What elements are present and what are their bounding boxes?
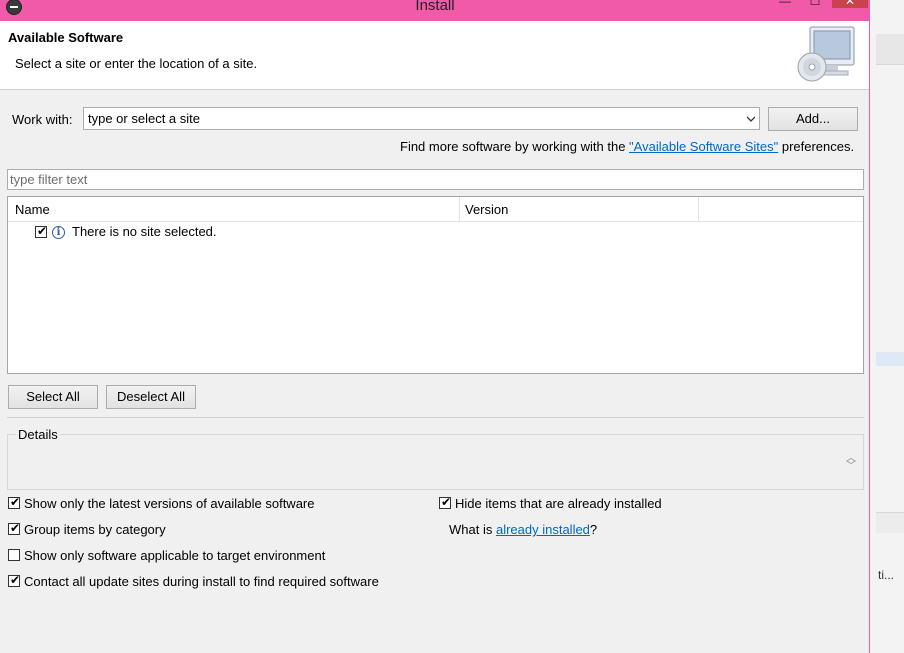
page-description: Select a site or enter the location of a… xyxy=(15,56,258,71)
what-is-prefix: What is xyxy=(449,522,496,537)
page-title: Available Software xyxy=(8,30,124,45)
group-by-category-checkbox[interactable]: ✔ xyxy=(8,521,20,535)
available-software-sites-link[interactable]: "Available Software Sites" xyxy=(629,139,778,154)
details-label: Details xyxy=(16,427,60,442)
contact-update-sites-checkbox[interactable]: ✔ xyxy=(8,573,20,587)
target-environment-label: Show only software applicable to target … xyxy=(24,548,326,563)
target-environment-checkbox[interactable] xyxy=(8,549,20,561)
row-text: There is no site selected. xyxy=(72,224,217,239)
minimize-button[interactable]: — xyxy=(772,0,798,8)
install-software-icon xyxy=(797,26,855,82)
latest-versions-label: Show only the latest versions of availab… xyxy=(24,496,315,511)
software-table[interactable]: Name Version ✔ i There is no site select… xyxy=(7,196,864,374)
background-window: ti... xyxy=(870,0,904,653)
wizard-header: Available Software Select a site or ente… xyxy=(0,21,869,90)
work-with-combo[interactable]: type or select a site xyxy=(83,107,760,130)
what-is-suffix: ? xyxy=(589,522,598,537)
filter-input[interactable] xyxy=(8,170,852,188)
close-button[interactable]: ✕ xyxy=(832,0,868,8)
background-truncated-text: ti... xyxy=(878,568,895,582)
row-checkbox[interactable]: ✔ xyxy=(35,224,47,238)
find-more-text: Find more software by working with the "… xyxy=(400,139,854,154)
title-bar[interactable]: Install — ☐ ✕ xyxy=(0,0,870,20)
dialog-client-area: Available Software Select a site or ente… xyxy=(0,21,869,653)
hide-installed-checkbox[interactable]: ✔ xyxy=(439,495,451,509)
details-scroll-arrows[interactable]: ︿ ﹀ xyxy=(846,454,856,472)
filter-field[interactable] xyxy=(7,169,864,190)
select-all-button[interactable]: Select All xyxy=(8,385,98,409)
table-header: Name Version xyxy=(8,197,863,222)
find-more-prefix: Find more software by working with the xyxy=(400,139,630,154)
add-site-button[interactable]: Add... xyxy=(768,107,858,131)
background-selection xyxy=(876,352,904,366)
column-name-header[interactable]: Name xyxy=(15,202,50,217)
contact-update-sites-label: Contact all update sites during install … xyxy=(24,574,379,589)
divider xyxy=(7,417,864,418)
info-icon: i xyxy=(52,226,65,239)
details-group xyxy=(7,434,864,490)
already-installed-link[interactable]: already installed xyxy=(496,522,590,537)
work-with-label: Work with: xyxy=(12,112,73,127)
column-version-header[interactable]: Version xyxy=(465,202,508,217)
table-row[interactable]: ✔ i There is no site selected. xyxy=(8,221,863,243)
maximize-button[interactable]: ☐ xyxy=(802,0,828,8)
latest-versions-checkbox[interactable]: ✔ xyxy=(8,495,20,509)
group-by-category-label: Group items by category xyxy=(24,522,166,537)
what-is-installed-text: What is already installed? xyxy=(449,522,597,537)
install-dialog: Install — ☐ ✕ Available Software Select … xyxy=(0,0,870,653)
work-with-value[interactable]: type or select a site xyxy=(88,111,200,126)
chevron-down-icon[interactable] xyxy=(747,115,755,123)
background-panel-header xyxy=(876,512,904,533)
hide-installed-label: Hide items that are already installed xyxy=(455,496,662,511)
background-toolbar xyxy=(876,34,904,65)
window-title: Install xyxy=(415,0,455,14)
find-more-suffix: preferences. xyxy=(778,139,855,154)
deselect-all-button[interactable]: Deselect All xyxy=(106,385,196,409)
